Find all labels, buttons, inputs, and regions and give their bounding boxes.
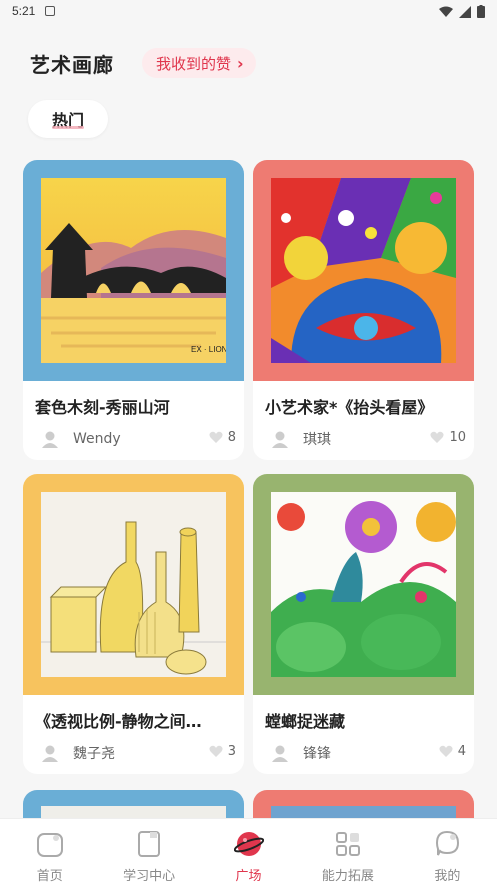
nav-item-study[interactable]: 学习中心: [99, 819, 198, 885]
notification-icon: [45, 6, 56, 16]
svg-text:EX · LIONS: EX · LIONS: [191, 345, 226, 354]
artwork-card-1[interactable]: EX · LIONS 套色木刻-秀丽山河 Wendy 8: [23, 160, 244, 460]
nav-item-home[interactable]: 首页: [0, 819, 99, 885]
artwork-card-4[interactable]: 螳螂捉迷藏 锋锋 4: [253, 474, 474, 774]
artwork-meta: Wendy 8: [41, 430, 236, 448]
nav-item-abilities[interactable]: 能力拓展: [298, 819, 397, 885]
artwork-title: 套色木刻-秀丽山河: [35, 398, 170, 417]
like-count-value: 8: [227, 430, 236, 445]
planet-icon: [233, 829, 264, 859]
like-count-value: 3: [227, 744, 236, 759]
status-bar: 5:21: [0, 0, 497, 22]
like-count[interactable]: 8: [209, 430, 236, 445]
study-icon: [134, 829, 164, 859]
system-icons: [439, 5, 485, 18]
artwork-title: 小艺术家*《抬头看屋》: [265, 398, 434, 417]
user-avatar-icon: [42, 431, 58, 448]
artwork-title: 螳螂捉迷藏: [265, 712, 346, 731]
bottom-nav: 首页 学习中心 广场 能力拓展 我的: [0, 818, 497, 885]
nav-item-mine[interactable]: 我的: [398, 819, 497, 885]
artwork-image-colorful: [271, 178, 456, 363]
chevron-right-icon: ›: [237, 53, 244, 73]
artwork-card-2[interactable]: 小艺术家*《抬头看屋》 琪琪 10: [253, 160, 474, 460]
heart-icon: [439, 745, 453, 757]
nav-item-square[interactable]: 广场: [199, 819, 298, 885]
like-count[interactable]: 3: [209, 744, 236, 759]
received-likes-button[interactable]: 我收到的赞 ›: [142, 48, 256, 78]
artwork-image-landscape: EX · LIONS: [41, 178, 226, 363]
heart-icon: [209, 745, 223, 757]
artwork-meta: 锋锋 4: [271, 744, 466, 762]
grid-icon: [333, 829, 363, 859]
wifi-icon: [439, 6, 453, 17]
nav-label: 学习中心: [123, 869, 176, 884]
like-count-value: 4: [457, 744, 466, 759]
like-count[interactable]: 4: [439, 744, 466, 759]
home-icon: [35, 829, 65, 859]
received-likes-label: 我收到的赞: [156, 54, 232, 73]
like-count[interactable]: 10: [430, 430, 466, 445]
artwork-title: 《透视比例-静物之间…: [35, 712, 202, 731]
like-count-value: 10: [449, 430, 466, 445]
nav-label: 广场: [235, 869, 262, 884]
heart-icon: [430, 431, 444, 443]
user-avatar-icon: [272, 745, 288, 762]
heart-icon: [209, 431, 223, 443]
page-title: 艺术画廊: [30, 52, 114, 77]
tab-hot-underline: [52, 126, 84, 129]
nav-label: 我的: [434, 869, 461, 884]
tab-hot[interactable]: 热门: [28, 100, 108, 138]
header: 艺术画廊 我收到的赞 ›: [30, 46, 256, 80]
artwork-author: 锋锋: [303, 746, 331, 762]
artwork-image-still-life: [41, 492, 226, 677]
artwork-card-3[interactable]: 《透视比例-静物之间… 魏子尧 3: [23, 474, 244, 774]
artwork-author: Wendy: [73, 431, 121, 447]
profile-icon: [432, 829, 462, 859]
nav-label: 首页: [36, 869, 63, 884]
artwork-author: 琪琪: [303, 432, 331, 448]
battery-icon: [477, 5, 485, 18]
user-avatar-icon: [272, 431, 288, 448]
signal-icon: [459, 5, 471, 18]
status-time: 5:21: [12, 4, 36, 18]
artwork-meta: 魏子尧 3: [41, 744, 236, 762]
user-avatar-icon: [42, 745, 58, 762]
artwork-meta: 琪琪 10: [271, 430, 466, 448]
artwork-author: 魏子尧: [73, 746, 115, 762]
artwork-image-mantis: [271, 492, 456, 677]
nav-label: 能力拓展: [321, 869, 374, 884]
